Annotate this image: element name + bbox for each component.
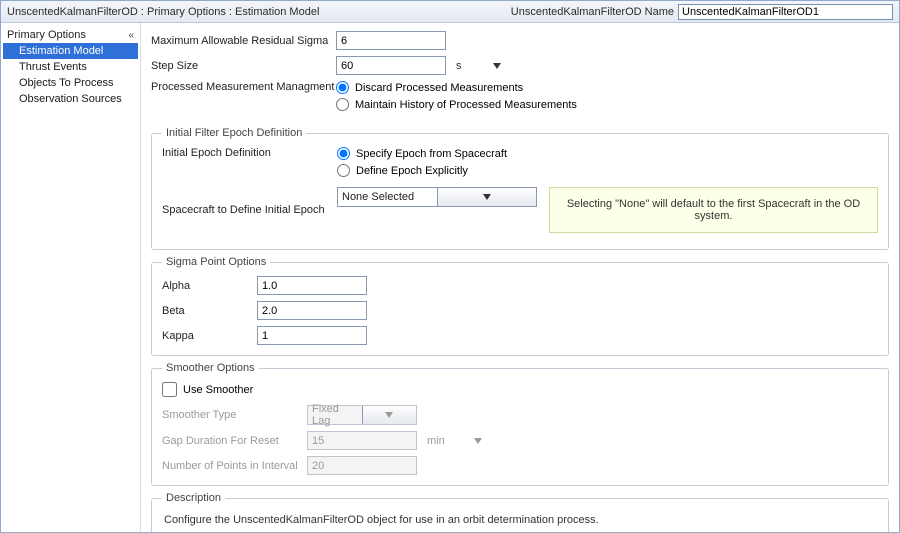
description-legend: Description: [162, 492, 225, 504]
spacecraft-select-value: None Selected: [338, 191, 437, 203]
spacecraft-select-button[interactable]: [437, 188, 537, 206]
kappa-label: Kappa: [162, 330, 257, 342]
description-text: Configure the UnscentedKalmanFilterOD ob…: [162, 512, 878, 532]
spacecraft-select-note: Selecting "None" will default to the fir…: [549, 187, 878, 233]
initial-epoch-legend: Initial Filter Epoch Definition: [162, 127, 306, 139]
name-label: UnscentedKalmanFilterOD Name: [511, 6, 674, 18]
beta-label: Beta: [162, 305, 257, 317]
sigma-point-fieldset: Sigma Point Options Alpha Beta Kappa: [151, 256, 889, 356]
kappa-field[interactable]: [257, 326, 367, 345]
breadcrumb: UnscentedKalmanFilterOD : Primary Option…: [7, 6, 511, 18]
spacecraft-select-label: Spacecraft to Define Initial Epoch: [162, 204, 337, 216]
epoch-from-spacecraft-radio[interactable]: Specify Epoch from Spacecraft: [337, 147, 507, 160]
spacecraft-select[interactable]: None Selected: [337, 187, 537, 207]
sidebar-item-observation-sources[interactable]: Observation Sources: [3, 91, 138, 107]
initial-epoch-def-label: Initial Epoch Definition: [162, 147, 337, 159]
smoother-type-value: Fixed Lag: [308, 403, 362, 427]
smoother-legend: Smoother Options: [162, 362, 259, 374]
description-fieldset: Description Configure the UnscentedKalma…: [151, 492, 889, 532]
sidebar-item-estimation-model[interactable]: Estimation Model: [3, 43, 138, 59]
smoother-fieldset: Smoother Options Use Smoother Smoother T…: [151, 362, 889, 486]
chevron-down-icon: [493, 63, 501, 69]
gap-duration-label: Gap Duration For Reset: [162, 435, 307, 447]
sidebar-item-thrust-events[interactable]: Thrust Events: [3, 59, 138, 75]
step-size-unit-dropdown[interactable]: [490, 59, 504, 73]
chevron-down-icon: [474, 438, 482, 444]
step-size-field[interactable]: [336, 56, 446, 75]
smoother-type-select: Fixed Lag: [307, 405, 417, 425]
title-bar: UnscentedKalmanFilterOD : Primary Option…: [1, 1, 899, 23]
epoch-explicit-radio[interactable]: Define Epoch Explicitly: [337, 164, 507, 177]
gap-duration-unit: min: [427, 435, 451, 447]
smoother-type-label: Smoother Type: [162, 409, 307, 421]
gap-duration-field: [307, 431, 417, 450]
use-smoother-checkbox[interactable]: Use Smoother: [162, 382, 878, 397]
dialog-window: UnscentedKalmanFilterOD : Primary Option…: [0, 0, 900, 533]
sidebar-item-objects-to-process[interactable]: Objects To Process: [3, 75, 138, 91]
step-size-label: Step Size: [151, 60, 336, 72]
pmm-label: Processed Measurement Managment: [151, 81, 336, 93]
max-residual-sigma-label: Maximum Allowable Residual Sigma: [151, 35, 336, 47]
num-points-field: [307, 456, 417, 475]
client-area: Primary Options « Estimation Model Thrus…: [1, 23, 899, 532]
sidebar-header[interactable]: Primary Options «: [3, 27, 138, 43]
step-size-unit: s: [456, 60, 470, 72]
sigma-point-legend: Sigma Point Options: [162, 256, 270, 268]
sidebar-header-label: Primary Options: [7, 29, 86, 41]
alpha-field[interactable]: [257, 276, 367, 295]
initial-epoch-fieldset: Initial Filter Epoch Definition Initial …: [151, 127, 889, 250]
pmm-discard-radio[interactable]: Discard Processed Measurements: [336, 81, 577, 94]
chevron-down-icon: [483, 194, 491, 200]
sidebar: Primary Options « Estimation Model Thrus…: [1, 23, 141, 532]
initial-epoch-def-group: Specify Epoch from Spacecraft Define Epo…: [337, 147, 507, 181]
name-field[interactable]: [678, 4, 893, 20]
smoother-type-button: [362, 406, 417, 424]
pmm-history-radio[interactable]: Maintain History of Processed Measuremen…: [336, 98, 577, 111]
collapse-icon: «: [128, 30, 134, 41]
chevron-down-icon: [385, 412, 393, 418]
main-panel: Maximum Allowable Residual Sigma Step Si…: [141, 23, 899, 532]
pmm-group: Discard Processed Measurements Maintain …: [336, 81, 577, 115]
max-residual-sigma-field[interactable]: [336, 31, 446, 50]
beta-field[interactable]: [257, 301, 367, 320]
gap-duration-unit-dropdown: [471, 434, 485, 448]
alpha-label: Alpha: [162, 280, 257, 292]
num-points-label: Number of Points in Interval: [162, 460, 307, 472]
